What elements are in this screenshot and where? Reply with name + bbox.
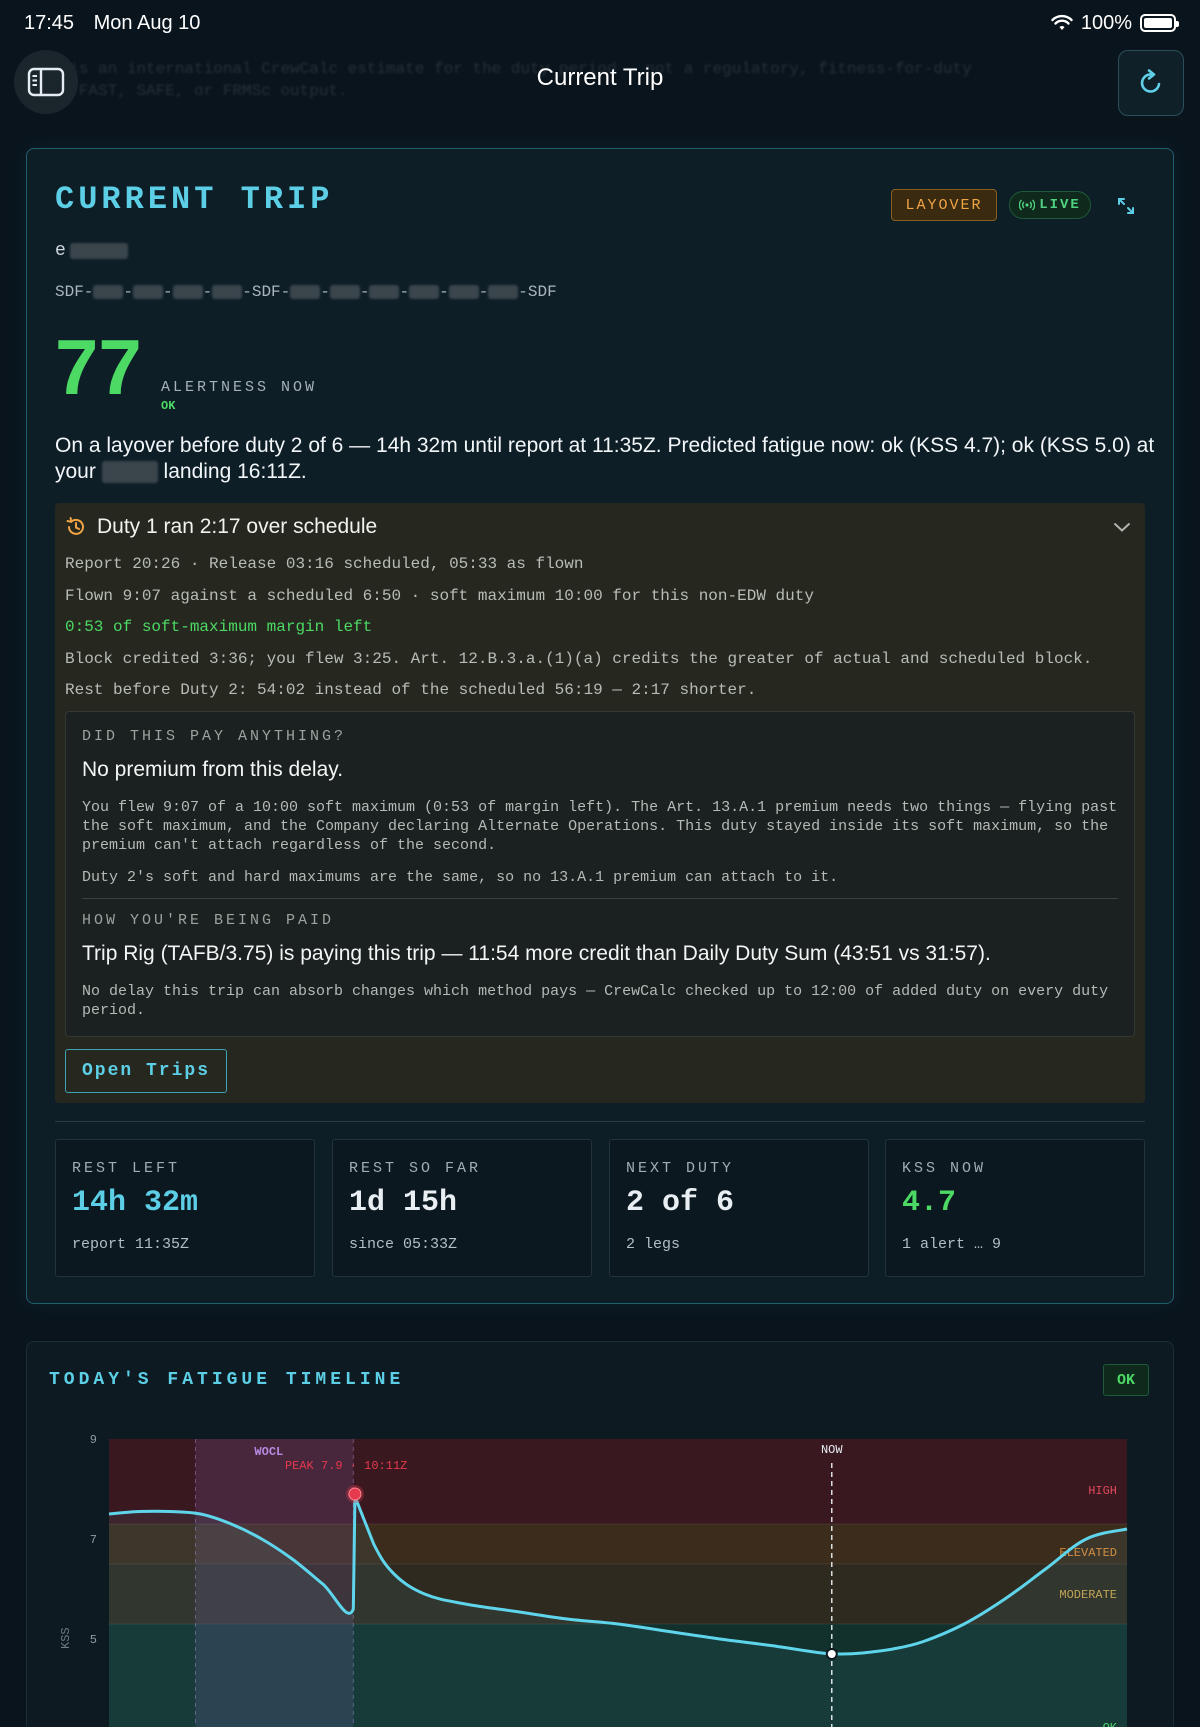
alertness-status: OK: [161, 399, 176, 413]
redacted-airport: [369, 285, 400, 299]
fatigue-chart: WOCL9753KSSHIGHELEVATEDMODERATEOKNOWPEAK…: [59, 1433, 1128, 1727]
wifi-icon: [1051, 14, 1073, 30]
y-tick-label: 5: [90, 1633, 97, 1647]
stat-label: REST SO FAR: [349, 1160, 482, 1177]
battery-icon: [1140, 14, 1179, 32]
trip-route: SDF- - - - -SDF- - - - - - -SDF: [55, 283, 557, 301]
wocl-label: WOCL: [254, 1445, 283, 1459]
redacted-airport: [290, 285, 321, 299]
y-tick-label: 9: [90, 1433, 97, 1447]
pay-explanation: You flew 9:07 of a 10:00 soft maximum (0…: [82, 799, 1118, 854]
stat-next-duty: NEXT DUTY 2 of 6 2 legs: [609, 1139, 869, 1277]
stat-rest-so-far: REST SO FAR 1d 15h since 05:33Z: [332, 1139, 592, 1277]
delay-heading: Duty 1 ran 2:17 over schedule: [97, 515, 378, 538]
layover-badge: LAYOVER: [891, 189, 997, 221]
stat-value: 1d 15h: [349, 1186, 458, 1220]
route-segment: -: [359, 283, 370, 301]
delay-detail-block: Block credited 3:36; you flew 3:25. Art.…: [65, 650, 1093, 668]
refresh-icon: [1140, 69, 1161, 93]
expand-icon[interactable]: [1111, 191, 1141, 221]
route-segment: -: [478, 283, 489, 301]
route-segment: -: [163, 283, 173, 301]
stat-label: REST LEFT: [72, 1160, 181, 1177]
now-point: [825, 1648, 838, 1660]
route-segment: -SDF: [518, 283, 557, 301]
route-segment: -: [123, 283, 134, 301]
delay-detail-margin: 0:53 of soft-maximum margin left: [65, 618, 373, 636]
paid-method-note: No delay this trip can absorb changes wh…: [82, 983, 1109, 1019]
alertness-score: 77: [55, 323, 142, 411]
live-badge: LIVE: [1009, 191, 1091, 219]
alertness-label: ALERTNESS NOW: [161, 379, 318, 396]
stat-sub: 1 alert … 9: [902, 1236, 1002, 1253]
broadcast-icon: [1019, 199, 1036, 211]
divider: [82, 898, 1118, 899]
redacted-airport: [172, 285, 203, 299]
stat-value: 2 of 6: [626, 1186, 735, 1220]
redacted-airport: [488, 285, 519, 299]
redacted-airport: [212, 285, 243, 299]
redacted-airport: [329, 285, 360, 299]
stat-rest-left: REST LEFT 14h 32m report 11:35Z: [55, 1139, 315, 1277]
delay-detail-report: Report 20:26 · Release 03:16 scheduled, …: [65, 555, 584, 573]
current-trip-card: CURRENT TRIP LAYOVER LIVE e SDF- - - - -…: [26, 148, 1174, 1304]
summary-text-end: landing 16:11Z.: [163, 460, 307, 483]
paid-method-heading: Trip Rig (TAFB/3.75) is paying this trip…: [82, 942, 991, 965]
stat-kss-now: KSS NOW 4.7 1 alert … 9: [885, 1139, 1145, 1277]
trip-id-prefix: e: [55, 241, 66, 261]
chevron-down-icon[interactable]: [1113, 521, 1131, 533]
y-tick-label: 7: [90, 1533, 97, 1547]
nav-bar: l is an international CrewCalc estimate …: [0, 46, 1200, 116]
route-segment: -SDF-: [242, 283, 291, 301]
stat-sub: report 11:35Z: [72, 1236, 190, 1253]
refresh-button[interactable]: [1118, 50, 1184, 116]
stat-value: 14h 32m: [72, 1186, 199, 1220]
status-time: 17:45: [24, 11, 75, 34]
stat-label: KSS NOW: [902, 1160, 987, 1177]
peak-point: [348, 1487, 362, 1501]
battery-percent: 100%: [1080, 11, 1132, 34]
card-title: CURRENT TRIP: [55, 181, 334, 218]
pay-question-label: DID THIS PAY ANYTHING?: [82, 728, 347, 745]
redacted-trip-number: [69, 243, 128, 259]
expand-arrows-icon: [1118, 198, 1134, 214]
now-label: NOW: [821, 1443, 843, 1457]
peak-label: PEAK 7.9 · 10:11Z: [285, 1459, 407, 1473]
route-segment: -: [320, 283, 330, 301]
open-trips-button[interactable]: Open Trips: [65, 1049, 227, 1093]
stat-value: 4.7: [902, 1186, 957, 1220]
redacted-airport: [93, 285, 124, 299]
history-clock-icon: [66, 517, 84, 535]
redacted-airport: [133, 285, 164, 299]
route-segment: SDF-: [55, 283, 94, 301]
pay-duty2-note: Duty 2's soft and hard maximums are the …: [82, 869, 839, 886]
redacted-airport: [409, 285, 440, 299]
delay-detail-flown: Flown 9:07 against a scheduled 6:50 · so…: [65, 587, 814, 605]
route-segment: -: [202, 283, 213, 301]
paid-method-label: HOW YOU'RE BEING PAID: [82, 912, 335, 929]
fatigue-timeline-card: TODAY'S FATIGUE TIMELINE OK WOCL9753KSSH…: [26, 1341, 1174, 1727]
route-segment: -: [439, 283, 449, 301]
live-label: LIVE: [1039, 197, 1081, 213]
divider: [55, 1121, 1145, 1122]
delay-panel: Duty 1 ran 2:17 over schedule Report 20:…: [55, 503, 1145, 1103]
trip-summary: On a layover before duty 2 of 6 — 14h 32…: [55, 433, 1155, 485]
y-axis-label: KSS: [59, 1627, 73, 1649]
delay-header[interactable]: Duty 1 ran 2:17 over schedule: [65, 515, 377, 539]
pay-question-answer: No premium from this delay.: [82, 758, 344, 781]
route-segment: -: [399, 283, 410, 301]
delay-detail-rest: Rest before Duty 2: 54:02 instead of the…: [65, 681, 757, 699]
status-date: Mon Aug 10: [93, 11, 201, 34]
stat-label: NEXT DUTY: [626, 1160, 735, 1177]
pay-explainer-box: DID THIS PAY ANYTHING? No premium from t…: [65, 711, 1135, 1037]
redacted-airport: [448, 285, 479, 299]
stat-sub: 2 legs: [626, 1236, 681, 1253]
zone-label-high: HIGH: [1088, 1484, 1117, 1498]
page-title: Current Trip: [536, 64, 664, 91]
redacted-station: [101, 461, 158, 484]
status-bar: 17:45 Mon Aug 10 100%: [0, 0, 1200, 46]
stat-sub: since 05:33Z: [349, 1236, 458, 1253]
trip-id: e: [55, 241, 128, 261]
